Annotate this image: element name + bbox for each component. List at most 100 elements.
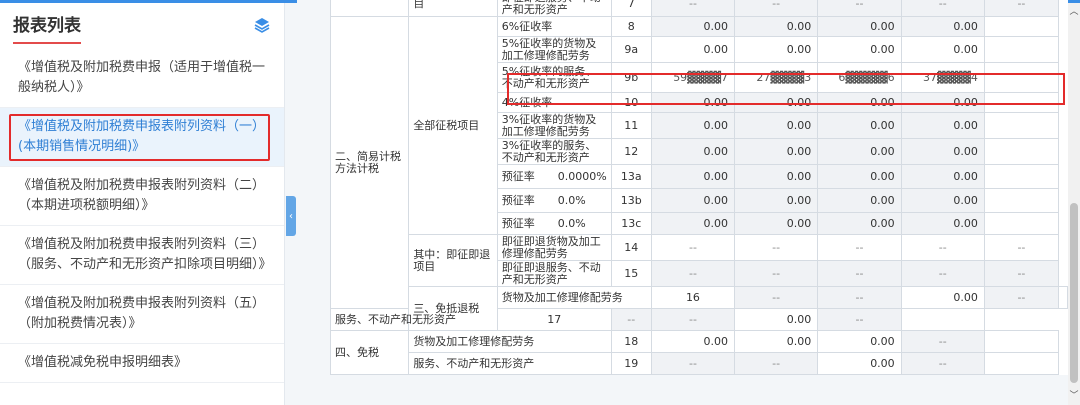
row-number: 19 [610,352,652,375]
value-cell[interactable]: 6▓▓▓▓▓6 [817,62,902,93]
sidebar-item-schedule-2[interactable]: 《增值税及附加税费申报表附列资料（二）（本期进项税额明细）》 [0,167,284,226]
row-number: 10 [610,92,652,113]
row-number: 8 [610,16,652,37]
table-row: 目 即征即退服务、不动产和无形资产 7 -- -- -- -- -- [329,0,1068,17]
value-cell[interactable]: 0.00 [817,330,902,353]
sidebar-item-label: 《增值税减免税申报明细表》 [18,355,188,370]
sidebar-item-schedule-1[interactable]: 《增值税及附加税费申报表附列资料（一）(本期销售情况明细)》 [0,108,284,167]
prepay-rate: 0.0000% [557,169,607,183]
chevron-down-icon[interactable]: ﹀ [1068,389,1080,403]
chevron-up-icon[interactable]: ︿ [1068,5,1080,19]
layers-icon[interactable] [254,17,270,33]
cell-dash: -- [983,260,1060,287]
row-number: 15 [610,260,652,287]
cell-dash: -- [817,308,902,331]
cell-dash: -- [650,352,736,375]
sales-detail-table: 目 即征即退服务、不动产和无形资产 7 -- -- -- -- -- 二、简易计… [329,0,1068,375]
value-cell[interactable]: 0.00 [650,112,736,139]
value-cell[interactable]: 0.00 [650,212,736,235]
value-cell[interactable]: 0.00 [734,212,819,235]
cell-dash: -- [734,286,819,309]
value-cell[interactable]: 0.00 [650,92,736,113]
value-cell[interactable]: 0.00 [817,36,902,63]
table-row: 服务、不动产和无形资产 19 -- -- 0.00 -- [331,352,1068,375]
value-cell[interactable]: 0.00 [900,112,985,139]
value-cell[interactable]: 0.00 [650,164,736,189]
row-number: 18 [610,330,652,353]
sidebar-item-label: 《增值税及附加税费申报表附列资料（五）（附加税费情况表）》 [18,296,266,331]
value-cell[interactable]: 0.00 [817,16,902,37]
cell-dash: -- [734,260,819,287]
value-cell[interactable]: 0.00 [817,188,902,213]
value-cell[interactable]: 0.00 [650,330,736,353]
vertical-scrollbar[interactable]: ︿ ﹀ [1068,3,1080,405]
cell-dash: -- [817,286,902,309]
value-cell[interactable]: 0.00 [817,138,902,165]
group-label: 其中：即征即退项目 [408,234,498,287]
prepay-label: 预征率 [501,216,535,230]
sidebar-item-tax-relief[interactable]: 《增值税减免税申报明细表》 [0,344,284,383]
value-cell[interactable]: 0.00 [817,164,902,189]
row-number: 9b [610,62,652,93]
value-cell[interactable]: 0.00 [900,92,985,113]
cell-dash: -- [817,0,902,17]
row-number: 11 [610,112,652,139]
value-cell[interactable]: 0.00 [650,138,736,165]
value-cell[interactable]: 0.00 [734,138,819,165]
value-cell[interactable]: 0.00 [817,92,902,113]
cell-dash: -- [817,260,902,287]
cell-dash: -- [900,352,985,375]
value-cell[interactable]: 0.00 [650,16,736,37]
item-label: 货物及加工修理修配劳务 [496,286,652,309]
value-cell[interactable]: 0.00 [900,164,985,189]
value-cell[interactable]: 0.00 [817,212,902,235]
row-number: 13c [610,212,652,235]
cell-dash: -- [983,0,1060,17]
chevron-left-icon[interactable]: ‹ [286,196,296,236]
item-label: 3%征收率的货物及加工修理修配劳务 [496,112,612,139]
cell-dash: -- [983,234,1060,261]
prepay-rate-cell: 预征率 0.0000% [496,164,612,189]
cell-dash: -- [650,234,736,261]
group-label-partial: 目 [408,0,498,17]
value-cell[interactable]: 0.00 [817,352,902,375]
value-cell[interactable]: 0.00 [734,330,819,353]
value-cell[interactable]: 0.00 [734,36,819,63]
row-number: 16 [650,286,736,309]
value-cell[interactable]: 0.00 [650,188,736,213]
value-cell[interactable]: 0.00 [900,286,985,309]
value-cell[interactable]: 0.00 [734,16,819,37]
value-cell[interactable]: 0.00 [900,188,985,213]
sidebar-item-main-return[interactable]: 《增值税及附加税费申报（适用于增值税一般纳税人）》 [0,49,284,108]
item-label: 服务、不动产和无形资产 [408,352,612,375]
value-cell[interactable]: 0.00 [734,308,819,331]
item-label: 货物及加工修理修配劳务 [408,330,612,353]
table-row: 三、免抵退税 货物及加工修理修配劳务 16 -- -- 0.00 -- [331,286,1068,331]
value-cell[interactable]: 37▓▓▓▓4 [900,62,985,93]
group-label: 全部征税项目 [408,16,498,235]
value-cell[interactable]: 0.00 [734,188,819,213]
value-cell[interactable]: 0.00 [900,16,985,37]
value-cell[interactable]: 0.00 [734,112,819,139]
value-cell[interactable]: 0.00 [817,112,902,139]
sidebar-item-schedule-3[interactable]: 《增值税及附加税费申报表附列资料（三）（服务、不动产和无形资产扣除项目明细）》 [0,226,284,285]
cell-dash: -- [650,260,736,287]
value-cell[interactable]: 59▓▓▓▓7 [650,62,736,93]
cell-dash: -- [900,234,985,261]
sidebar-header: 报表列表 [0,3,284,49]
row-number: 17 [496,308,612,331]
value-cell[interactable]: 0.00 [900,36,985,63]
value-cell[interactable]: 0.00 [734,92,819,113]
value-cell[interactable]: 0.00 [900,138,985,165]
prepay-rate-cell: 预征率 0.0% [496,188,612,213]
value-cell[interactable]: 0.00 [900,212,985,235]
value-cell[interactable]: 27▓▓▓▓3 [734,62,819,93]
sidebar-item-schedule-5[interactable]: 《增值税及附加税费申报表附列资料（五）（附加税费情况表）》 [0,285,284,344]
value-cell[interactable]: 0.00 [734,164,819,189]
scrollbar-thumb[interactable] [1070,203,1078,383]
value-cell[interactable]: 0.00 [650,36,736,63]
cell-dash: -- [734,234,819,261]
item-label: 即征即退服务、不动产和无形资产 [496,260,612,287]
prepay-rate-cell: 预征率 0.0% [496,212,612,235]
cell-dash: -- [983,286,1060,309]
